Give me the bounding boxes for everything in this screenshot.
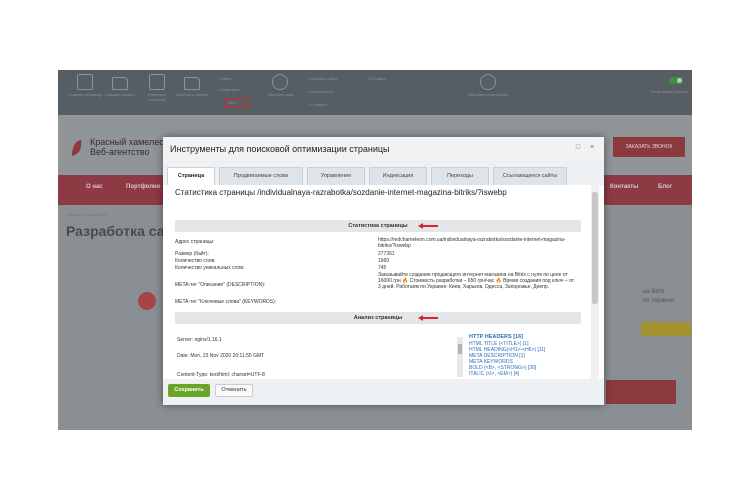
dialog-footer: Сохранить Отменить [163,379,604,405]
close-icon[interactable]: × [588,144,596,152]
field-label-address: Адрес страницы: [175,239,215,245]
field-label-unique-words: Количество уникальных слов: [175,265,245,271]
breadcrumb: Главная / Разработка [66,212,106,217]
chameleon-logo-icon [72,140,82,156]
tab-page[interactable]: Страница [167,167,215,185]
maximize-icon[interactable]: □ [574,144,582,152]
edit-mode-label: Режим правки Помощь [650,90,688,94]
tab-referrals[interactable]: Переходы [431,167,489,185]
file-edit-icon [149,74,165,90]
field-value-size: 277261 [378,251,395,257]
analysis-line: Content-Type: text/html; charset=UTF-8 [177,372,265,378]
annotation-arrow [418,222,440,230]
nav-item-portfolio[interactable]: Портфолио [126,184,160,190]
dialog-scrollbar[interactable] [591,185,599,379]
nav-item-blog[interactable]: Блог [658,184,672,190]
edit-mode-toggle[interactable] [669,77,683,84]
link-http-headers[interactable]: HTTP HEADERS [16] [469,334,523,340]
create-section-button[interactable]: Создать раздел [103,74,137,97]
clear-cache-button[interactable]: Сбросить кеш [263,74,297,97]
seo-button-highlighted[interactable]: SEO [225,99,250,108]
dialog-content: Статистика страницы /individualnaya-razr… [163,185,604,379]
cancel-button[interactable]: Отменить [215,384,253,397]
folder-edit-icon [184,77,200,90]
field-value-unique-words: 745 [378,265,387,271]
tab-promoted-words[interactable]: Продвигаемые слова [219,167,303,185]
analysis-line: Date: Mon, 23 Nov 2020 20:11:55 GMT [177,353,265,359]
save-button[interactable]: Сохранить [168,384,210,397]
nav-item-contacts[interactable]: Контакты [610,184,638,190]
menu-item-debug[interactable]: Отладка [368,76,387,81]
menu-item-template[interactable]: Шаблон сайта [308,76,337,81]
bottom-cta-button[interactable] [606,380,676,404]
side-text: на Bitrix по Украине: [643,289,676,304]
edit-section-button[interactable]: Изменить раздел [175,74,209,97]
field-value-address: https://redchameleon.com.ua/individualna… [378,237,566,249]
stats-title: Статистика страницы /individualnaya-razr… [175,188,507,197]
menu-item-structure[interactable]: Структура [218,87,240,92]
seo-tools-dialog: Инструменты для поисковой оптимизации ст… [163,137,604,405]
analysis-links-list: HTTP HEADERS [16] HTML TITLE (<TITLE>) [… [469,334,579,378]
admin-toolbar: Создать страницу Создать раздел Изменить… [58,70,692,115]
create-page-button[interactable]: Создать страницу [68,74,102,97]
file-plus-icon [77,74,93,90]
dialog-title: Инструменты для поисковой оптимизации ст… [170,144,390,154]
analysis-scrollbar[interactable] [457,337,463,377]
dialog-tabs: Страница Продвигаемые слова Управление И… [163,161,604,185]
section-stats-header: Статистика страницы [175,220,581,232]
tab-indexing[interactable]: Индексация [369,167,427,185]
menu-item-components[interactable]: Компоненты [308,89,334,94]
field-label-word-count: Количество слов: [175,258,216,264]
edit-page-button[interactable]: Изменить страницу [140,74,174,102]
field-label-description: META-тег "Описание" (DESCRIPTION): [175,282,266,288]
folder-plus-icon [112,77,128,90]
side-cta-button[interactable] [641,322,691,336]
nav-item-about[interactable]: О нас [86,184,103,190]
site-logo-text: Красный хамелеон Веб-агентство [90,137,170,157]
info-circle-icon [138,292,156,310]
link-italic[interactable]: ITALIC (<I>, <EM>) [4] [469,371,519,377]
field-label-size: Размер (байт): [175,251,209,257]
dialog-header: Инструменты для поисковой оптимизации ст… [163,137,604,161]
order-call-button[interactable]: ЗАКАЗАТЬ ЗВОНОК [613,137,685,157]
tab-referring-sites[interactable]: Ссылающиеся сайты [493,167,567,185]
refresh-icon [272,74,288,90]
analysis-line: Server: nginx/1.16.1 [177,337,222,343]
field-label-keywords: META-тег "Ключевые слова" (KEYWORDS): [175,299,277,305]
update-platform-button[interactable]: Обновите платформу [463,74,513,97]
menu-item-menu[interactable]: Меню [218,76,232,81]
annotation-arrow [418,314,440,322]
field-value-word-count: 1660 [378,258,390,264]
field-value-description: Заказывайте создание продающего интернет… [378,272,575,290]
menu-item-stickers[interactable]: Стикеры [308,102,327,107]
section-analysis-header: Анализ страницы [175,312,581,324]
http-headers-textarea[interactable]: Server: nginx/1.16.1 Date: Mon, 23 Nov 2… [175,334,465,378]
update-icon [480,74,496,90]
tab-management[interactable]: Управление [307,167,365,185]
